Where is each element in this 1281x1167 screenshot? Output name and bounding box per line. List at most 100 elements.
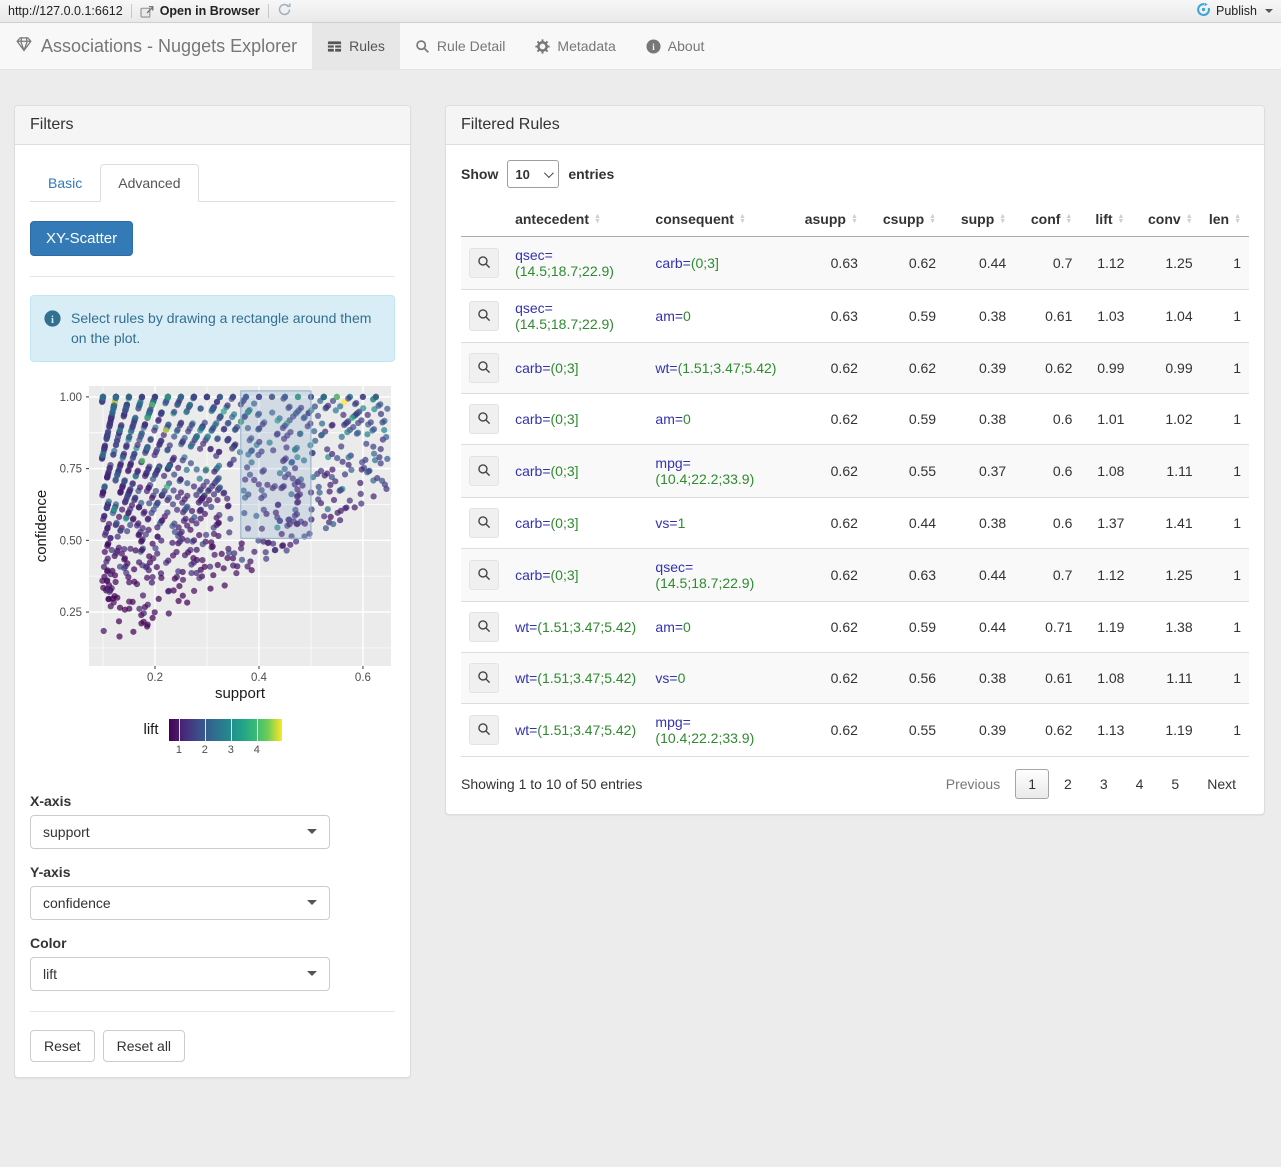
column-header-asupp[interactable]: asupp ▲ ▼ — [787, 202, 866, 237]
sort-icon[interactable]: ▲ ▼ — [1065, 213, 1072, 225]
column-header-antecedent[interactable]: antecedent ▲ ▼ — [507, 202, 648, 237]
rule-detail-button[interactable] — [469, 508, 499, 538]
consequent-attribute: mpg= — [655, 714, 691, 730]
page-length-select[interactable]: 10 — [507, 160, 560, 188]
sort-icon[interactable]: ▲ ▼ — [1186, 213, 1193, 225]
page-button-1[interactable]: 1 — [1015, 769, 1050, 799]
refresh-icon[interactable] — [277, 2, 292, 20]
publish-caret-icon[interactable] — [1265, 9, 1273, 13]
open-in-browser-button[interactable]: Open in Browser — [140, 4, 260, 18]
caret-down-icon — [307, 971, 317, 977]
column-header-conf[interactable]: conf ▲ ▼ — [1014, 202, 1081, 237]
column-header-supp[interactable]: supp ▲ ▼ — [944, 202, 1015, 237]
scatter-plot[interactable]: 0.25 0.50 0.75 1.00 0.2 0.4 0.6 support confiden… — [30, 378, 395, 707]
conf-cell: 0.62 — [1014, 342, 1081, 394]
page-button-5[interactable]: 5 — [1158, 769, 1192, 799]
asupp-cell: 0.62 — [787, 601, 866, 653]
app-brand[interactable]: Associations - Nuggets Explorer — [0, 23, 312, 69]
page-button-2[interactable]: 2 — [1051, 769, 1085, 799]
asupp-cell: 0.62 — [787, 497, 866, 549]
selection-brush[interactable] — [240, 389, 312, 539]
antecedent-cell: wt=(1.51;3.47;5.42) — [507, 601, 648, 653]
info-icon: i — [646, 38, 661, 54]
conv-cell: 1.25 — [1132, 236, 1201, 290]
tab-metadata[interactable]: Metadata — [520, 23, 630, 69]
sort-icon[interactable]: ▲ ▼ — [929, 213, 936, 225]
conf-cell: 0.71 — [1014, 601, 1081, 653]
column-header-csupp[interactable]: csupp ▲ ▼ — [865, 202, 945, 237]
scatter-plot-canvas[interactable]: 0.25 0.50 0.75 1.00 0.2 0.4 0.6 support confiden… — [30, 378, 398, 704]
rule-detail-button[interactable] — [469, 715, 499, 745]
next-page-button[interactable]: Next — [1194, 769, 1249, 799]
rule-detail-button[interactable] — [469, 353, 499, 383]
column-label: conf — [1030, 211, 1061, 227]
rule-detail-button[interactable] — [469, 663, 499, 693]
filtered-rules-title: Filtered Rules — [446, 106, 1264, 145]
rule-detail-button[interactable] — [469, 301, 499, 331]
sort-icon[interactable]: ▲ ▼ — [594, 213, 601, 225]
rule-detail-button[interactable] — [469, 248, 499, 278]
column-header-lift[interactable]: lift ▲ ▼ — [1080, 202, 1133, 237]
rule-detail-button[interactable] — [469, 560, 499, 590]
antecedent-value: (1.51;3.47;5.42) — [537, 722, 637, 738]
sort-icon[interactable]: ▲ ▼ — [999, 213, 1006, 225]
conv-cell: 1.25 — [1132, 548, 1201, 602]
svg-text:confidence: confidence — [33, 489, 50, 562]
chevron-down-icon — [544, 167, 555, 178]
len-cell: 1 — [1200, 548, 1249, 602]
sort-icon[interactable]: ▲ ▼ — [739, 213, 746, 225]
magnifier-icon — [477, 722, 491, 739]
conf-cell: 0.62 — [1014, 703, 1081, 757]
csupp-cell: 0.55 — [865, 703, 945, 757]
y-axis-select[interactable]: confidence — [30, 885, 330, 920]
previous-page-button[interactable]: Previous — [933, 769, 1013, 799]
tab-rules[interactable]: Rules — [312, 23, 400, 69]
table-row: carb=(0;3] vs=1 0.62 0.44 0.38 0.6 1.37 1.41 1 — [461, 497, 1249, 549]
antecedent-value: (0;3] — [550, 360, 579, 376]
rule-detail-button[interactable] — [469, 612, 499, 642]
tab-about[interactable]: i About — [631, 23, 720, 69]
column-header-len[interactable]: len ▲ ▼ — [1200, 202, 1249, 237]
page-button-4[interactable]: 4 — [1123, 769, 1157, 799]
nav-tabs: Rules Rule Detail Metadata i About — [312, 23, 719, 69]
asupp-cell: 0.62 — [787, 652, 866, 704]
antecedent-attribute: qsec= — [515, 247, 553, 263]
table-row: qsec=(14.5;18.7;22.9) carb=(0;3] 0.63 0.62 0… — [461, 236, 1249, 290]
divider — [30, 276, 395, 277]
tab-rule-detail[interactable]: Rule Detail — [400, 23, 520, 69]
sort-icon[interactable]: ▲ ▼ — [1234, 213, 1241, 225]
len-cell: 1 — [1200, 393, 1249, 445]
consequent-cell: wt=(1.51;3.47;5.42) — [647, 342, 788, 394]
supp-cell: 0.44 — [944, 601, 1015, 653]
reset-all-button[interactable]: Reset all — [102, 1029, 186, 1062]
publish-button[interactable]: Publish — [1196, 2, 1273, 20]
reset-button[interactable]: Reset — [30, 1029, 95, 1062]
page-button-3[interactable]: 3 — [1087, 769, 1121, 799]
table-row: wt=(1.51;3.47;5.42) vs=0 0.62 0.56 0.38 0.61 1… — [461, 652, 1249, 704]
conf-cell: 0.6 — [1014, 497, 1081, 549]
conf-cell: 0.7 — [1014, 548, 1081, 602]
x-axis-select[interactable]: support — [30, 814, 330, 849]
legend-tick-label: 4 — [253, 743, 260, 756]
svg-text:0.75: 0.75 — [60, 463, 82, 475]
sort-icon[interactable]: ▲ ▼ — [851, 213, 858, 225]
rule-detail-button[interactable] — [469, 456, 499, 486]
column-header-consequent[interactable]: consequent ▲ ▼ — [647, 202, 788, 237]
consequent-attribute: vs= — [655, 670, 678, 686]
filters-tab-advanced[interactable]: Advanced — [100, 164, 199, 202]
asupp-cell: 0.63 — [787, 236, 866, 290]
rule-detail-button[interactable] — [469, 404, 499, 434]
lift-cell: 1.12 — [1080, 236, 1133, 290]
control-group-x-axis: X-axis support — [30, 793, 395, 849]
antecedent-attribute: carb= — [515, 463, 551, 479]
column-header-conv[interactable]: conv ▲ ▼ — [1132, 202, 1201, 237]
color-select[interactable]: lift — [30, 956, 330, 991]
len-cell: 1 — [1200, 601, 1249, 653]
sort-icon[interactable]: ▲ ▼ — [1118, 213, 1125, 225]
lift-cell: 1.19 — [1080, 601, 1133, 653]
filters-tab-basic[interactable]: Basic — [30, 164, 100, 202]
antecedent-attribute: carb= — [515, 411, 551, 427]
xy-scatter-button[interactable]: XY-Scatter — [30, 221, 134, 256]
gear-icon — [535, 38, 551, 54]
divider — [30, 1010, 395, 1012]
